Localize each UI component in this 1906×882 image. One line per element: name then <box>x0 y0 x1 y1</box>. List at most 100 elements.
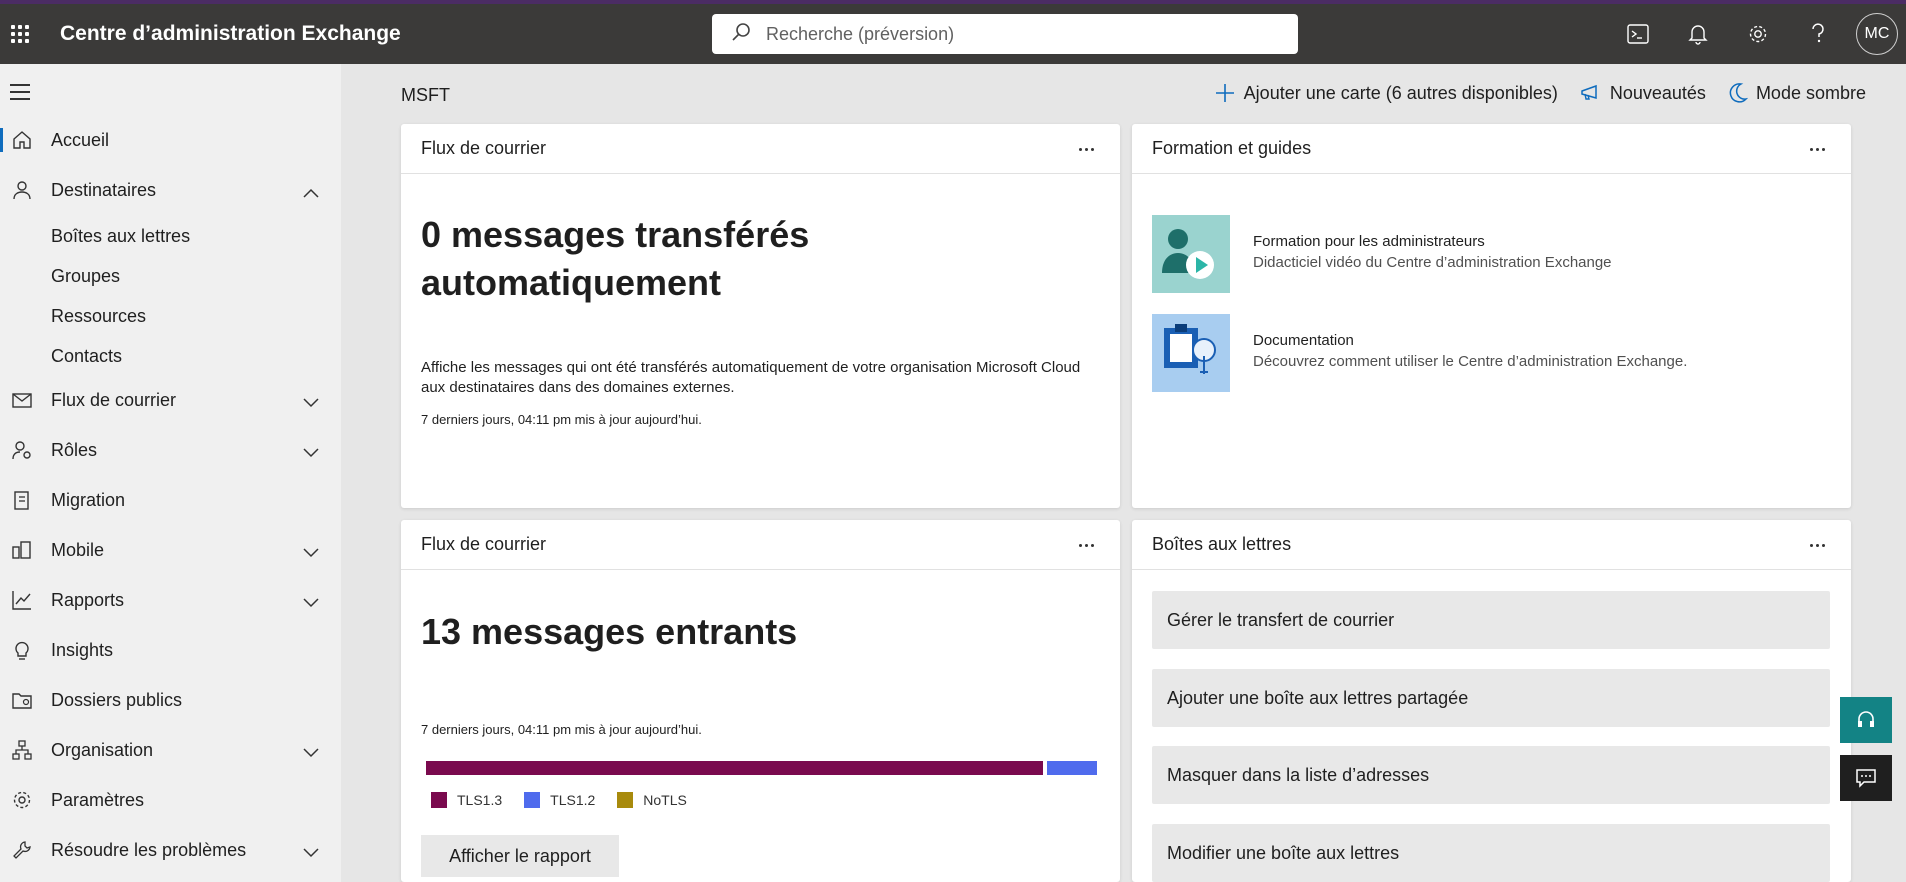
add-shared-mailbox-button[interactable]: Ajouter une boîte aux lettres partagée <box>1152 669 1830 727</box>
mail-icon <box>10 388 34 412</box>
guide-item-documentation[interactable]: Documentation Découvrez comment utiliser… <box>1152 314 1687 392</box>
person-icon <box>10 178 34 202</box>
last-updated: 7 derniers jours, 04:11 pm mis à jour au… <box>421 412 702 427</box>
chart-icon <box>10 588 34 612</box>
bar-segment-tls13 <box>426 761 1043 775</box>
sidebar-item-label: Flux de courrier <box>51 389 177 410</box>
chevron-down-icon[interactable] <box>303 442 319 463</box>
more-options-icon[interactable] <box>1805 139 1829 159</box>
guide-title: Documentation <box>1253 332 1354 349</box>
search-placeholder: Recherche (préversion) <box>766 23 955 44</box>
lightbulb-icon <box>10 638 34 662</box>
sidebar-item-public-folders[interactable]: Dossiers publics <box>0 680 341 720</box>
whats-new-button[interactable]: Nouveautés <box>1580 83 1706 104</box>
edit-mailbox-button[interactable]: Modifier une boîte aux lettres <box>1152 824 1830 882</box>
guide-item-training[interactable]: Formation pour les administrateurs Didac… <box>1152 215 1612 293</box>
dark-mode-button[interactable]: Mode sombre <box>1728 82 1866 104</box>
sidebar-item-label: Rapports <box>51 589 125 610</box>
whats-new-label: Nouveautés <box>1609 82 1706 103</box>
sidebar-item-label: Paramètres <box>51 789 145 810</box>
migration-icon <box>10 488 34 512</box>
sidebar-item-label: Accueil <box>51 129 110 150</box>
roles-icon <box>10 438 34 462</box>
sidebar-item-label: Rôles <box>51 439 98 460</box>
legend-label: NoTLS <box>643 792 687 808</box>
sidebar: Accueil Destinataires Boîtes aux lettres… <box>0 64 341 882</box>
card-title-text: Boîtes aux lettres <box>1152 534 1292 554</box>
view-report-button[interactable]: Afficher le rapport <box>421 835 619 877</box>
add-card-button[interactable]: Ajouter une carte (6 autres disponibles) <box>1214 82 1558 104</box>
hamburger-menu-icon[interactable] <box>10 84 32 105</box>
card-mailboxes: Boîtes aux lettres Gérer le transfert de… <box>1132 520 1851 882</box>
chevron-down-icon[interactable] <box>303 542 319 563</box>
org-icon <box>10 738 34 762</box>
more-options-icon[interactable] <box>1074 535 1098 555</box>
sidebar-item-troubleshoot[interactable]: Résoudre les problèmes <box>0 830 341 870</box>
card-title-text: Flux de courrier <box>421 138 547 158</box>
sidebar-item-mobile[interactable]: Mobile <box>0 530 341 570</box>
sidebar-subitem-mailboxes[interactable]: Boîtes aux lettres <box>51 226 190 247</box>
sidebar-subitem-groups[interactable]: Groupes <box>51 266 120 287</box>
more-options-icon[interactable] <box>1805 535 1829 555</box>
plus-icon <box>1215 84 1234 102</box>
headline: 0 messages transférés <box>421 214 810 255</box>
search-input[interactable]: Recherche (préversion) <box>712 14 1298 54</box>
sidebar-item-label: Migration <box>51 489 126 510</box>
feedback-icon <box>1856 769 1876 788</box>
app-launcher-icon[interactable] <box>0 4 40 64</box>
chevron-down-icon[interactable] <box>303 842 319 863</box>
sidebar-item-reports[interactable]: Rapports <box>0 580 341 620</box>
terminal-icon[interactable] <box>1608 4 1668 64</box>
hide-from-address-list-button[interactable]: Masquer dans la liste d’adresses <box>1152 746 1830 804</box>
more-options-icon[interactable] <box>1074 139 1098 159</box>
card-title: Flux de courrier <box>401 124 1120 174</box>
add-card-label: Ajouter une carte (6 autres disponibles) <box>1243 82 1558 103</box>
headline: 13 messages entrants <box>421 611 798 652</box>
chevron-down-icon[interactable] <box>303 592 319 613</box>
megaphone-icon <box>1581 84 1597 100</box>
card-title-text: Formation et guides <box>1152 138 1312 158</box>
card-title: Boîtes aux lettres <box>1132 520 1851 570</box>
sidebar-subitem-resources[interactable]: Ressources <box>51 306 146 327</box>
sidebar-item-insights[interactable]: Insights <box>0 630 341 670</box>
avatar[interactable]: MC <box>1856 13 1898 55</box>
legend-swatch <box>524 792 541 808</box>
home-icon <box>10 128 34 152</box>
sidebar-item-settings[interactable]: Paramètres <box>0 780 341 820</box>
chevron-down-icon[interactable] <box>303 742 319 763</box>
sidebar-item-destinataires[interactable]: Destinataires <box>0 170 341 210</box>
manage-forwarding-button[interactable]: Gérer le transfert de courrier <box>1152 591 1830 649</box>
card-title-text: Flux de courrier <box>421 534 547 554</box>
gear-icon[interactable] <box>1728 4 1788 64</box>
legend-label: TLS1.3 <box>457 792 503 808</box>
sidebar-item-accueil[interactable]: Accueil <box>0 120 341 160</box>
tls-legend: TLS1.3 TLS1.2 NoTLS <box>431 792 709 808</box>
gear-icon <box>10 788 34 812</box>
bell-icon[interactable] <box>1668 4 1728 64</box>
dashboard-actions: Ajouter une carte (6 autres disponibles)… <box>1192 82 1866 104</box>
folder-icon <box>10 688 34 712</box>
tls-stacked-bar <box>426 761 1101 775</box>
sidebar-item-label: Destinataires <box>51 179 157 200</box>
support-headset-button[interactable] <box>1840 697 1892 743</box>
legend-item: TLS1.2 <box>524 792 595 808</box>
sidebar-item-mail-flow[interactable]: Flux de courrier <box>0 380 341 420</box>
search-icon <box>730 21 752 48</box>
chevron-down-icon[interactable] <box>303 392 319 413</box>
guide-title: Formation pour les administrateurs <box>1253 233 1485 250</box>
sidebar-subitem-contacts[interactable]: Contacts <box>51 346 122 367</box>
card-title: Formation et guides <box>1132 124 1851 174</box>
card-title: Flux de courrier <box>401 520 1120 570</box>
sidebar-item-roles[interactable]: Rôles <box>0 430 341 470</box>
sidebar-item-migration[interactable]: Migration <box>0 480 341 520</box>
help-icon[interactable] <box>1788 4 1848 64</box>
legend-swatch <box>431 792 447 808</box>
chevron-up-icon[interactable] <box>303 182 319 203</box>
app-title[interactable]: Centre d’administration Exchange <box>60 22 401 46</box>
legend-label: TLS1.2 <box>550 792 596 808</box>
sidebar-item-organization[interactable]: Organisation <box>0 730 341 770</box>
tenant-name: MSFT <box>401 85 450 105</box>
guide-subtitle: Didacticiel vidéo du Centre d’administra… <box>1253 254 1612 271</box>
feedback-button[interactable] <box>1840 755 1892 801</box>
legend-item: NoTLS <box>617 792 687 808</box>
